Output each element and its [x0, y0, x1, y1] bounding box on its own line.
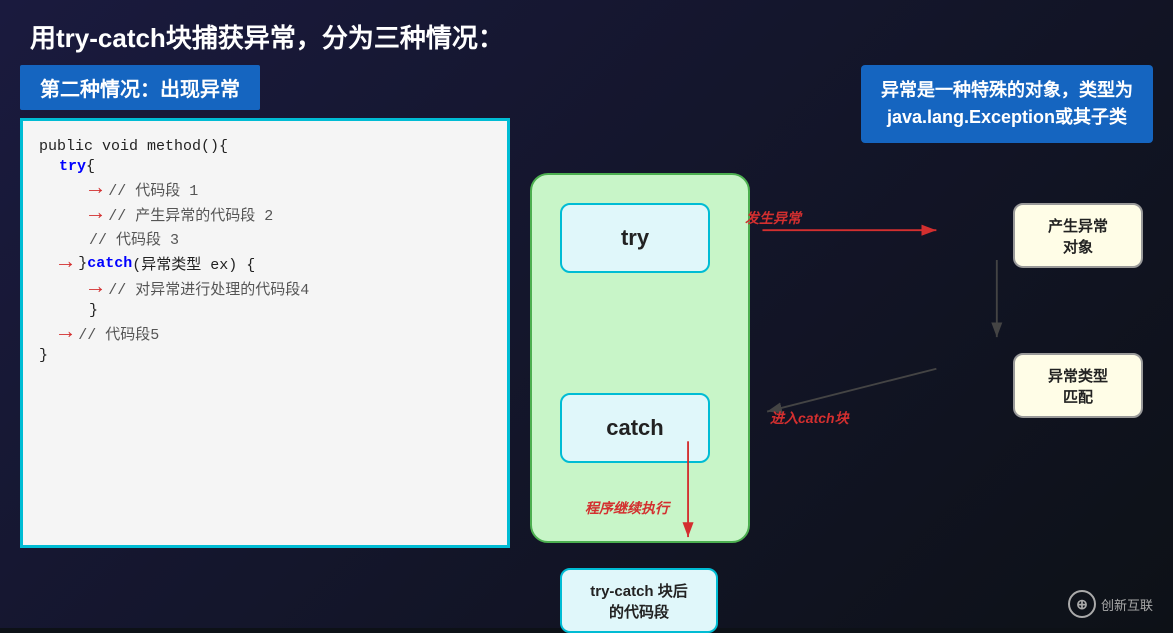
arrow-icon-2: → — [89, 203, 102, 225]
diagram-container: try catch try-catch 块后的代码段 产生异常对象 — [530, 153, 1153, 618]
arrow-icon-5: → — [59, 322, 72, 344]
code-line-8: } — [89, 302, 491, 319]
box-type-match: 异常类型匹配 — [1013, 353, 1143, 418]
code-line-7: → // 对异常进行处理的代码段4 — [89, 277, 491, 299]
arrow-label-exception: 发生异常 — [745, 208, 801, 228]
code-line-5: // 代码段 3 — [89, 228, 491, 249]
code-text: public void method(){ — [39, 138, 228, 155]
code-text: // 产生异常的代码段 2 — [108, 204, 273, 225]
try-keyword: try — [59, 158, 86, 175]
arrow-icon-4: → — [89, 277, 102, 299]
info-line-1: 异常是一种特殊的对象，类型为 — [881, 77, 1133, 104]
watermark-icon: ⊕ — [1068, 590, 1096, 618]
box-exception-obj: 产生异常对象 — [1013, 203, 1143, 268]
box-catch: catch — [560, 393, 710, 463]
type-match-label: 异常类型匹配 — [1048, 365, 1108, 407]
arrow-icon-1: → — [89, 178, 102, 200]
catch-keyword: catch — [87, 255, 132, 272]
code-line-10: } — [39, 347, 491, 364]
case-label: 第二种情况：出现异常 — [20, 65, 260, 110]
diagram-area: try catch try-catch 块后的代码段 产生异常对象 — [530, 153, 1153, 618]
catch-label: catch — [606, 415, 663, 441]
right-panel: 异常是一种特殊的对象，类型为 java.lang.Exception或其子类 t… — [530, 65, 1153, 618]
code-text: { — [86, 158, 95, 175]
after-label: try-catch 块后的代码段 — [590, 580, 688, 622]
page-title: 用try-catch块捕获异常，分为三种情况： — [30, 23, 504, 53]
try-label: try — [621, 225, 649, 251]
arrow-label-continue: 程序继续执行 — [585, 498, 669, 518]
title-bar: 用try-catch块捕获异常，分为三种情况： — [0, 0, 1173, 65]
code-text: (异常类型 ex) { — [132, 253, 255, 274]
code-text: } — [89, 302, 98, 319]
code-line-1: public void method(){ — [39, 138, 491, 155]
info-line-2: java.lang.Exception或其子类 — [881, 104, 1133, 131]
code-text: } — [78, 255, 87, 272]
code-text: // 对异常进行处理的代码段4 — [108, 278, 309, 299]
code-line-3: → // 代码段 1 — [89, 178, 491, 200]
code-line-2: try { — [59, 158, 491, 175]
code-line-9: → // 代码段5 — [59, 322, 491, 344]
slide: 用try-catch块捕获异常，分为三种情况： 第二种情况：出现异常 publi… — [0, 0, 1173, 628]
code-box: public void method(){ try { → // 代码段 1 →… — [20, 118, 510, 548]
code-text: // 代码段 3 — [89, 228, 179, 249]
info-box: 异常是一种特殊的对象，类型为 java.lang.Exception或其子类 — [861, 65, 1153, 143]
box-after: try-catch 块后的代码段 — [560, 568, 718, 633]
code-text: } — [39, 347, 48, 364]
watermark-text: 创新互联 — [1101, 595, 1153, 614]
exception-obj-label: 产生异常对象 — [1048, 215, 1108, 257]
code-line-6: → } catch (异常类型 ex) { — [59, 252, 491, 274]
code-text: // 代码段5 — [78, 323, 159, 344]
main-content: 第二种情况：出现异常 public void method(){ try { →… — [0, 65, 1173, 628]
arrow-icon-3: → — [59, 252, 72, 274]
left-panel: 第二种情况：出现异常 public void method(){ try { →… — [20, 65, 510, 618]
box-try: try — [560, 203, 710, 273]
arrow-label-enter-catch: 进入catch块 — [770, 408, 849, 428]
code-text: // 代码段 1 — [108, 179, 198, 200]
code-line-4: → // 产生异常的代码段 2 — [89, 203, 491, 225]
watermark: ⊕ 创新互联 — [1068, 590, 1153, 618]
